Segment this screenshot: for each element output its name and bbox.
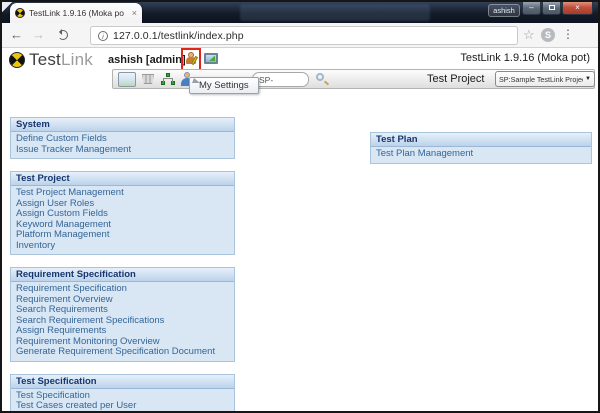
chrome-menu-icon[interactable]: ⋮	[562, 27, 574, 41]
bookmark-star-icon[interactable]: ☆	[523, 27, 535, 43]
section-body: Define Custom FieldsIssue Tracker Manage…	[11, 132, 234, 158]
tab-close-icon[interactable]: ×	[132, 9, 137, 18]
page-info-icon[interactable]: i	[98, 31, 108, 41]
sitemap-icon[interactable]	[161, 73, 175, 85]
testlink-favicon	[13, 6, 27, 20]
search-input[interactable]	[252, 72, 309, 87]
section-title: Test Plan	[371, 133, 591, 147]
close-button[interactable]: ×	[562, 2, 593, 15]
testlink-version-label: TestLink 1.9.16 (Moka pot)	[460, 52, 590, 64]
menu-link[interactable]: Define Custom Fields	[16, 134, 234, 145]
chrome-profile-button[interactable]: ashish	[488, 4, 520, 17]
section-title: System	[11, 118, 234, 132]
section-title: Requirement Specification	[11, 268, 234, 282]
menu-link[interactable]: Test Project Management	[16, 188, 234, 199]
search-icon[interactable]	[316, 73, 324, 81]
section-body: Test Plan Management	[371, 147, 591, 163]
menu-link[interactable]: Search Requirements	[16, 305, 234, 316]
logged-user-label: ashish [admin]	[108, 54, 186, 66]
basket-icon[interactable]	[142, 74, 154, 84]
menu-link[interactable]: Generate Requirement Specification Docum…	[16, 347, 234, 358]
minimize-button[interactable]: –	[522, 2, 541, 15]
panel-section: Test ProjectTest Project ManagementAssig…	[10, 171, 235, 255]
test-project-selected-value: SP:Sample TestLink Project	[499, 75, 583, 84]
right-menu-column: Test Plan Test Plan Management	[370, 132, 592, 176]
left-menu-column: SystemDefine Custom FieldsIssue Tracker …	[10, 117, 235, 413]
browser-tab[interactable]: TestLink 1.9.16 (Moka po ×	[10, 3, 142, 23]
url-text: 127.0.0.1/testlink/index.php	[113, 30, 244, 42]
maximize-button[interactable]	[542, 2, 561, 15]
action-toolbar: Test Project SP:Sample TestLink Project …	[112, 69, 595, 89]
title-bar: TestLink 1.9.16 (Moka po × ashish – ×	[2, 2, 598, 23]
menu-link[interactable]: Requirement Specification	[16, 284, 234, 295]
menu-link[interactable]: Test Plan Management	[376, 149, 591, 160]
menu-link[interactable]: Assign Requirements	[16, 326, 234, 337]
section-body: Requirement SpecificationRequirement Ove…	[11, 282, 234, 361]
panel-section: Test Plan Test Plan Management	[370, 132, 592, 164]
section-body: Test Project ManagementAssign User Roles…	[11, 186, 234, 254]
menu-link[interactable]: Issue Tracker Management	[16, 145, 234, 156]
section-title: Test Specification	[11, 375, 234, 389]
browser-window: TestLink 1.9.16 (Moka po × ashish – × ← …	[0, 0, 600, 413]
section-title: Test Project	[11, 172, 234, 186]
my-settings-tooltip: My Settings	[189, 77, 259, 94]
panel-section: Test SpecificationTest SpecificationTest…	[10, 374, 235, 413]
forward-icon[interactable]: →	[32, 27, 45, 43]
browser-toolbar: ← → i 127.0.0.1/testlink/index.php ☆ S ⋮	[2, 23, 598, 48]
test-project-select[interactable]: SP:Sample TestLink Project ▼	[495, 71, 595, 87]
back-icon[interactable]: ←	[10, 27, 23, 43]
background-window	[240, 4, 430, 21]
chevron-down-icon: ▼	[585, 76, 591, 82]
reload-icon[interactable]	[58, 30, 68, 40]
menu-link[interactable]: Assign Custom Fields	[16, 209, 234, 220]
test-project-label: Test Project	[427, 73, 484, 85]
testlink-logo-icon	[6, 49, 29, 72]
tab-title: TestLink 1.9.16 (Moka po	[29, 8, 128, 18]
section-body: Test SpecificationTest Cases created per…	[11, 389, 234, 413]
desktop-home-icon[interactable]	[118, 72, 136, 87]
menu-link[interactable]: Inventory	[16, 241, 234, 252]
logout-monitor-icon[interactable]	[204, 53, 218, 64]
panel-section: Requirement SpecificationRequirement Spe…	[10, 267, 235, 362]
testlink-logo-text: TestLink	[29, 50, 93, 70]
panel-section: SystemDefine Custom FieldsIssue Tracker …	[10, 117, 235, 159]
extension-icon[interactable]: S	[541, 28, 555, 42]
maximize-icon	[549, 5, 555, 10]
menu-link[interactable]: Test Cases created per User	[16, 401, 234, 412]
address-bar[interactable]: i 127.0.0.1/testlink/index.php	[90, 26, 518, 45]
menu-link[interactable]: Platform Management	[16, 230, 234, 241]
